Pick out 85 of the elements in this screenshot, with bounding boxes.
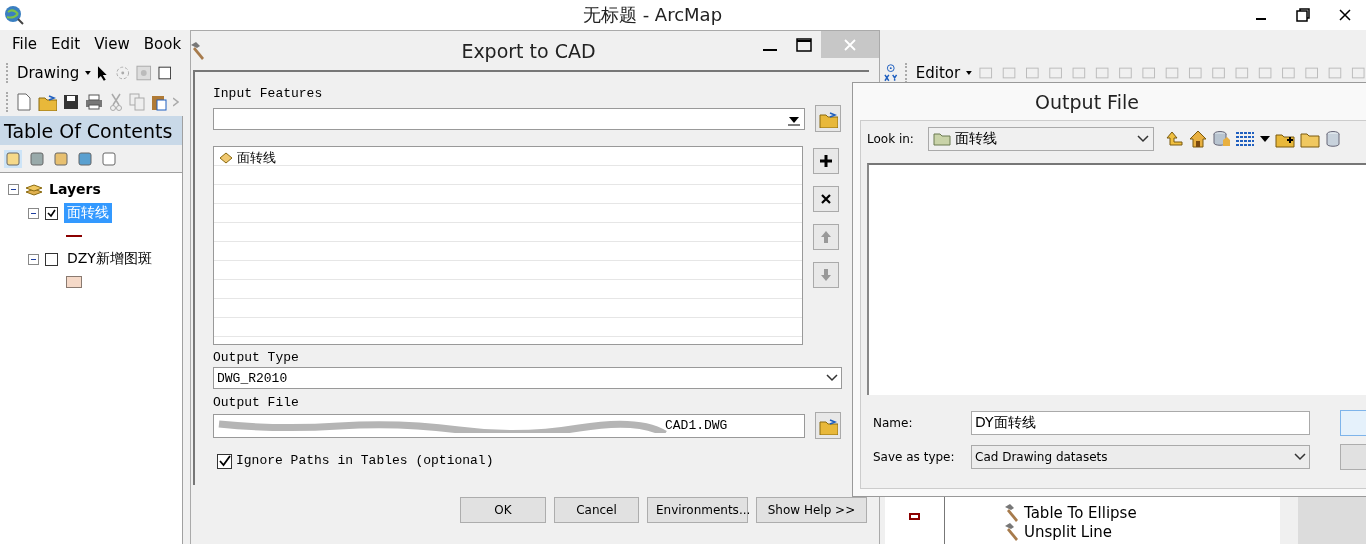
- field-label: Look in:: [867, 132, 914, 146]
- feature-class-icon: [219, 152, 233, 164]
- checkbox[interactable]: [45, 252, 58, 266]
- look-in-dropdown[interactable]: 面转线: [927, 127, 1154, 151]
- editor-menu[interactable]: Editor: [915, 63, 961, 82]
- browse-button[interactable]: [815, 412, 841, 439]
- field-label: Output Type: [213, 350, 300, 366]
- checkbox-label: Ignore Paths in Tables (optional): [236, 453, 494, 469]
- close-icon: [844, 38, 856, 51]
- dialog-button[interactable]: Cancel: [554, 497, 639, 523]
- hammer-icon: [1005, 522, 1018, 541]
- database-icon[interactable]: [1324, 130, 1341, 148]
- globe-icon: [3, 4, 25, 26]
- hammer-icon: [1005, 503, 1018, 522]
- close-icon: [821, 194, 831, 204]
- feature-list[interactable]: 面转线: [213, 146, 803, 345]
- panel-title: Table Of Contents: [0, 116, 182, 145]
- caret-icon[interactable]: [966, 70, 972, 75]
- list-by-source-icon[interactable]: [28, 149, 46, 168]
- dialog-title: Output File: [1034, 89, 1140, 115]
- tree-item[interactable]: Layers: [49, 181, 101, 197]
- save-as-type-dropdown[interactable]: Cad Drawing datasets: [971, 445, 1310, 469]
- layers-icon: [25, 181, 43, 197]
- tool-item[interactable]: Table To Ellipse: [1024, 503, 1137, 522]
- hammer-icon: [191, 41, 204, 60]
- caret-icon[interactable]: [1259, 136, 1270, 142]
- database-icon[interactable]: [1211, 130, 1230, 148]
- collapse-icon[interactable]: [28, 253, 39, 265]
- menu-item[interactable]: View: [94, 35, 130, 53]
- open-folder-icon: [818, 416, 838, 435]
- browse-button[interactable]: [815, 105, 841, 132]
- open-folder-icon[interactable]: [37, 92, 57, 111]
- new-document-icon[interactable]: [17, 92, 31, 111]
- maximize-icon[interactable]: [796, 37, 812, 52]
- checkbox[interactable]: [217, 453, 232, 469]
- tool-item[interactable]: Unsplit Line: [1024, 522, 1113, 541]
- chevron-down-icon: [826, 374, 838, 382]
- menu-item[interactable]: File: [12, 35, 38, 53]
- output-type-dropdown[interactable]: DWG_R2010: [213, 367, 842, 389]
- open-folder-icon: [818, 109, 838, 128]
- print-icon[interactable]: [85, 93, 103, 110]
- list-view-icon[interactable]: [1234, 131, 1255, 147]
- down-arrow-icon: [820, 268, 832, 282]
- window-title: 无标题 - ArcMap: [581, 3, 724, 27]
- menu-item[interactable]: Edit: [51, 35, 81, 53]
- name-field[interactable]: DY面转线: [971, 411, 1310, 435]
- dialog-title: Export to CAD: [460, 39, 597, 62]
- rectangle-icon[interactable]: [157, 65, 172, 80]
- save-icon[interactable]: [63, 93, 79, 110]
- collapse-icon[interactable]: [28, 207, 39, 219]
- dialog-button[interactable]: Environments...: [647, 497, 748, 523]
- add-button[interactable]: [813, 148, 839, 174]
- dialog-button[interactable]: Show Help >>: [756, 497, 867, 523]
- home-icon[interactable]: [1188, 130, 1207, 148]
- pointer-icon[interactable]: [97, 64, 109, 81]
- input-features-dropdown[interactable]: [213, 107, 805, 130]
- chevron-down-icon: [1136, 135, 1149, 143]
- checkbox[interactable]: [45, 206, 58, 220]
- up-folder-icon[interactable]: [1165, 130, 1184, 148]
- field-label: Name:: [872, 416, 914, 430]
- check-icon: [47, 208, 56, 218]
- menu-item[interactable]: Book: [143, 35, 182, 53]
- drawing-menu[interactable]: Drawing: [16, 63, 80, 82]
- xy-icon[interactable]: [883, 62, 899, 83]
- check-icon: [218, 455, 231, 467]
- field-label: Output File: [213, 395, 300, 411]
- chevron-down-icon: [1294, 453, 1306, 461]
- dialog-button[interactable]: OK: [460, 497, 546, 523]
- list-by-visibility-icon[interactable]: [52, 149, 70, 168]
- plus-icon: [819, 154, 833, 168]
- field-label: Input Features: [213, 86, 324, 102]
- remove-button[interactable]: [813, 186, 839, 212]
- tree-item[interactable]: DZY新增图斑: [64, 249, 155, 269]
- output-file-field[interactable]: CAD1.DWG: [213, 413, 805, 438]
- options-icon[interactable]: [100, 149, 118, 168]
- collapse-icon[interactable]: [8, 183, 19, 195]
- up-arrow-icon: [820, 230, 832, 244]
- field-label: Save as type:: [872, 450, 956, 464]
- caret-icon[interactable]: [85, 70, 92, 75]
- folder-icon: [932, 132, 951, 146]
- list-item[interactable]: 面转线: [237, 149, 276, 167]
- list-by-drawing-order-icon[interactable]: [4, 149, 22, 168]
- maximize-icon[interactable]: [1296, 8, 1310, 22]
- close-icon[interactable]: [1339, 9, 1351, 21]
- list-by-selection-icon[interactable]: [76, 149, 94, 168]
